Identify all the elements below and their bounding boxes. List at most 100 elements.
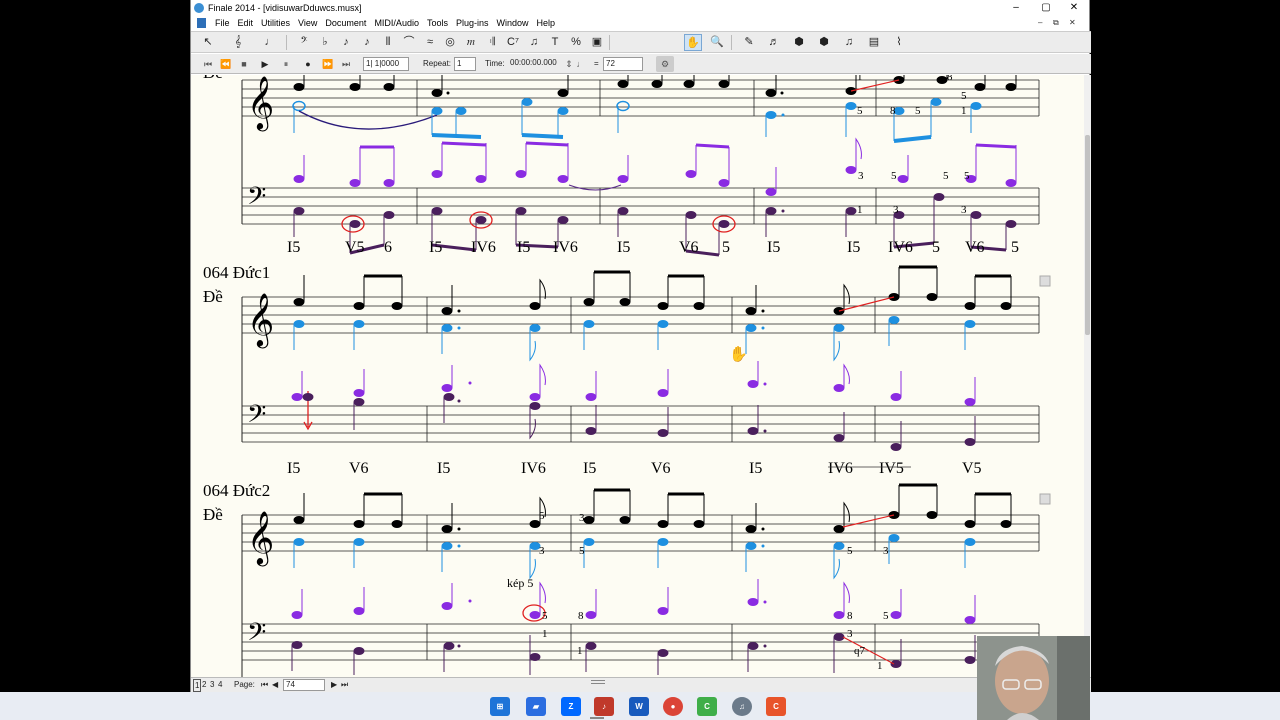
mass-edit-tool-icon[interactable]: ♫ xyxy=(840,34,858,51)
svg-text:3: 3 xyxy=(539,545,545,557)
mdi-restore-icon[interactable]: ⧉ xyxy=(1053,16,1059,30)
mdi-close-icon[interactable]: ✕ xyxy=(1069,16,1076,30)
maximize-icon[interactable]: ▢ xyxy=(1031,0,1061,16)
menu-bar: File Edit Utilities View Document MIDI/A… xyxy=(191,16,1089,30)
repeat-tool-icon[interactable]: 𝄇 xyxy=(483,34,501,51)
chord-tool-icon[interactable]: C⁷ xyxy=(504,34,522,51)
page-tab-2[interactable]: 2 xyxy=(202,678,206,692)
windows-start-icon[interactable]: ⊞ xyxy=(490,697,510,716)
measure-counter-field[interactable]: 1| 1|0000 xyxy=(363,57,409,71)
finale-active-icon[interactable]: ♫ xyxy=(732,697,752,716)
prev-page-icon[interactable]: ◀ xyxy=(272,678,278,692)
smart-shape-tool-icon[interactable]: ⌒ xyxy=(400,34,418,51)
scrollbar-thumb[interactable] xyxy=(1085,135,1090,335)
mirror-tool-icon[interactable]: ♬ xyxy=(765,34,783,51)
finale-icon[interactable]: ♪ xyxy=(594,697,614,716)
tempo-field[interactable]: 72 xyxy=(603,57,643,71)
pause-icon[interactable]: ⏸ xyxy=(277,56,295,72)
hand-grabber-tool-icon[interactable]: ✋ xyxy=(684,34,702,51)
measure-tool-icon[interactable]: ⌇ xyxy=(890,34,908,51)
menu-file[interactable]: File xyxy=(211,16,234,30)
playback-settings-icon[interactable]: ⚙ xyxy=(656,56,674,72)
mf-expression-icon[interactable]: 𝆐 xyxy=(462,34,480,51)
percussion-tool-icon[interactable]: ⬢ xyxy=(815,34,833,51)
svg-text:6: 6 xyxy=(384,239,392,256)
staff-tool-icon[interactable]: 𝄞 xyxy=(229,34,247,51)
selection-tool-icon[interactable]: ↖ xyxy=(199,34,217,51)
svg-text:I5: I5 xyxy=(767,239,780,256)
zalo-icon[interactable]: Z xyxy=(561,697,581,716)
page-tab-3[interactable]: 3 xyxy=(210,678,214,692)
svg-text:5: 5 xyxy=(847,545,853,557)
time-spinner-icon[interactable]: ⇕ xyxy=(563,56,575,72)
recorder-icon[interactable]: C xyxy=(766,697,786,716)
svg-text:I5: I5 xyxy=(617,239,630,256)
menu-view[interactable]: View xyxy=(294,16,321,30)
minimize-icon[interactable]: – xyxy=(1001,0,1031,16)
menu-window[interactable]: Window xyxy=(493,16,533,30)
resize-tool-icon[interactable]: % xyxy=(567,34,585,51)
score-page[interactable]: Đề 𝄞 𝄢 xyxy=(191,75,1084,677)
lyrics-tool-icon[interactable]: ♫ xyxy=(525,34,543,51)
menu-document[interactable]: Document xyxy=(321,16,370,30)
repeat-field[interactable]: 1 xyxy=(454,57,476,71)
record-icon[interactable]: ● xyxy=(299,56,317,72)
mdi-minimize-icon[interactable]: – xyxy=(1038,16,1042,30)
rewind-start-icon[interactable]: ⏮ xyxy=(199,56,217,72)
bass-clef-icon: 𝄢 xyxy=(247,618,266,653)
play-icon[interactable]: ▶ xyxy=(256,56,274,72)
finale-window: Finale 2014 - [vidisuwarDduwcs.musx] – ▢… xyxy=(190,0,1091,692)
menu-edit[interactable]: Edit xyxy=(234,16,258,30)
simple-entry-tool-icon[interactable]: ♩ xyxy=(261,34,279,51)
system-1-alto xyxy=(292,98,982,143)
text-tool-icon[interactable]: T xyxy=(546,34,564,51)
svg-text:IV6: IV6 xyxy=(828,460,853,477)
stop-icon[interactable]: ■ xyxy=(235,56,253,72)
forward-end-icon[interactable]: ⏭ xyxy=(337,56,355,72)
fast-forward-icon[interactable]: ⏩ xyxy=(319,56,337,72)
note-mover-tool-icon[interactable]: ⬢ xyxy=(790,34,808,51)
graphics-tool-icon[interactable]: ▣ xyxy=(588,34,606,51)
svg-text:5: 5 xyxy=(932,239,940,256)
system-3-label-line2: Đề xyxy=(203,505,223,524)
time-signature-tool-icon[interactable]: ♪ xyxy=(337,34,355,51)
page-tab-1[interactable]: 1 xyxy=(193,679,202,692)
system-3-alto xyxy=(293,534,976,580)
page-layout-tool-icon[interactable]: ▤ xyxy=(865,34,883,51)
lock-icon[interactable] xyxy=(1039,493,1051,505)
file-explorer-icon[interactable]: ▰ xyxy=(526,697,546,716)
special-tools-icon[interactable]: ✎ xyxy=(740,34,758,51)
tuplet-tool-icon[interactable]: ⫴ xyxy=(379,34,397,51)
chrome-icon[interactable]: ● xyxy=(663,697,683,716)
next-page-icon[interactable]: ▶ xyxy=(331,678,337,692)
menu-plug-ins[interactable]: Plug-ins xyxy=(452,16,493,30)
rewind-icon[interactable]: ⏪ xyxy=(217,56,235,72)
vertical-scrollbar[interactable] xyxy=(1084,75,1091,677)
articulation-tool-icon[interactable]: ≈ xyxy=(421,34,439,51)
title-bar: Finale 2014 - [vidisuwarDduwcs.musx] – ▢… xyxy=(191,0,1089,16)
resize-grip[interactable] xyxy=(591,680,605,684)
camtasia-icon[interactable]: C xyxy=(697,697,717,716)
lock-icon[interactable] xyxy=(1039,275,1051,287)
menu-midi-audio[interactable]: MIDI/Audio xyxy=(370,16,423,30)
bass-clef-icon: 𝄢 xyxy=(247,182,266,217)
page-number-field[interactable]: 74 xyxy=(283,679,325,691)
close-icon[interactable]: ✕ xyxy=(1059,0,1089,16)
time-label: Time: xyxy=(485,59,505,68)
first-page-icon[interactable]: ⏮ xyxy=(261,678,268,692)
key-signature-tool-icon[interactable]: ♭ xyxy=(316,34,334,51)
menu-tools[interactable]: Tools xyxy=(423,16,452,30)
zoom-tool-icon[interactable]: 🔍 xyxy=(708,34,726,51)
main-tool-palette: ↖ 𝄞 ♩ 𝄢 ♭ ♪ ♪ ⫴ ⌒ ≈ ◎ 𝆐 𝄇 C⁷ ♫ T % ▣ ✋ 🔍… xyxy=(191,31,1091,53)
last-page-icon[interactable]: ⏭ xyxy=(341,678,348,692)
page-tab-4[interactable]: 4 xyxy=(218,678,222,692)
word-icon[interactable]: W xyxy=(629,697,649,716)
expression-tool-icon[interactable]: ◎ xyxy=(441,34,459,51)
time-field[interactable]: 00:00:00.000 xyxy=(508,57,560,71)
note-entry-tool-icon[interactable]: ♪ xyxy=(358,34,376,51)
system-2-label-line1: 064 Đức1 xyxy=(203,263,270,282)
clef-tool-icon[interactable]: 𝄢 xyxy=(295,34,313,51)
menu-utilities[interactable]: Utilities xyxy=(257,16,294,30)
menu-help[interactable]: Help xyxy=(533,16,560,30)
tempo-note-icon[interactable]: ♩ xyxy=(575,56,587,72)
